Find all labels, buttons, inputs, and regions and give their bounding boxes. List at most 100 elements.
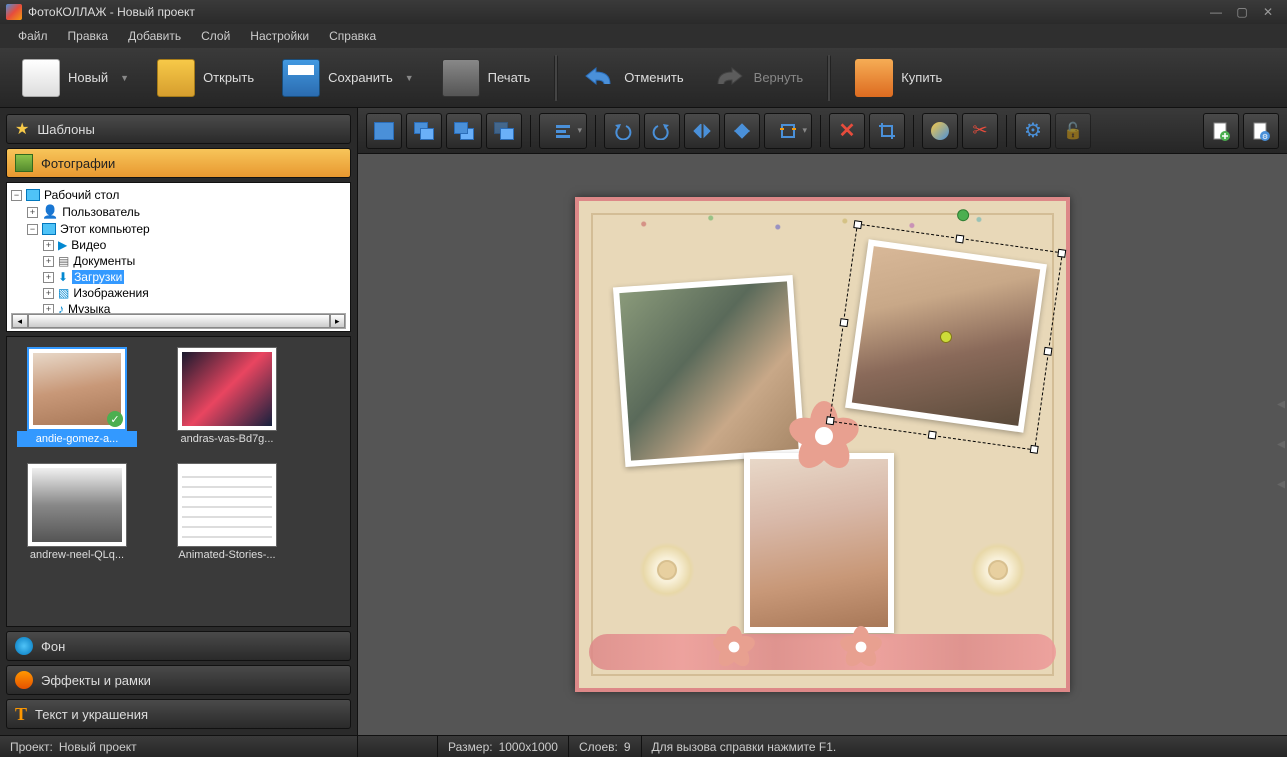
- tab-effects[interactable]: Эффекты и рамки: [6, 665, 351, 695]
- menu-settings[interactable]: Настройки: [240, 26, 319, 46]
- globe-icon: [15, 637, 33, 655]
- page-gear-icon: ⚙: [1251, 121, 1271, 141]
- thumbnail-item[interactable]: ✓ andie-gomez-a...: [17, 347, 137, 447]
- expander-icon[interactable]: +: [27, 207, 38, 218]
- thumbnail-label: andie-gomez-a...: [17, 431, 137, 447]
- add-page-button[interactable]: [1203, 113, 1239, 149]
- effects-icon: [15, 671, 33, 689]
- thumbnail-label: andras-vas-Bd7g...: [167, 431, 287, 447]
- send-back-button[interactable]: [486, 113, 522, 149]
- side-flyout[interactable]: [1277, 385, 1287, 505]
- menu-file[interactable]: Файл: [8, 26, 58, 46]
- open-icon: [157, 59, 195, 97]
- thumbnail-item[interactable]: andras-vas-Bd7g...: [167, 347, 287, 447]
- tab-text[interactable]: T Текст и украшения: [6, 699, 351, 729]
- maximize-button[interactable]: ▢: [1229, 3, 1255, 21]
- menu-layer[interactable]: Слой: [191, 26, 240, 46]
- titlebar: ФотоКОЛЛАЖ - Новый проект — ▢ ✕: [0, 0, 1287, 24]
- open-label: Открыть: [203, 70, 254, 85]
- photo-layer[interactable]: [744, 453, 894, 633]
- flip-h-icon: [692, 122, 712, 140]
- expander-icon[interactable]: −: [27, 224, 38, 235]
- expander-icon[interactable]: +: [43, 240, 54, 251]
- minimize-button[interactable]: —: [1203, 3, 1229, 21]
- page-settings-button[interactable]: ⚙: [1243, 113, 1279, 149]
- status-project: Проект: Новый проект: [0, 736, 358, 757]
- resize-handle[interactable]: [1057, 249, 1066, 258]
- tree-scrollbar[interactable]: ◂ ▸: [11, 313, 346, 329]
- resize-handle[interactable]: [928, 431, 937, 440]
- expander-icon[interactable]: +: [43, 256, 54, 267]
- save-button[interactable]: Сохранить ▼: [268, 53, 428, 103]
- flip-horizontal-button[interactable]: [684, 113, 720, 149]
- lock-icon: 🔓: [1063, 121, 1083, 141]
- photos-panel: −Рабочий стол +👤Пользователь −Этот компь…: [6, 182, 351, 627]
- text-icon: T: [15, 704, 27, 725]
- expander-icon[interactable]: +: [43, 272, 54, 283]
- photo-layer-selected[interactable]: [845, 239, 1047, 432]
- separator: [913, 115, 914, 147]
- buy-button[interactable]: Купить: [841, 53, 956, 103]
- fit-button[interactable]: [764, 113, 812, 149]
- layer-icon: [454, 122, 474, 140]
- scroll-thumb[interactable]: [28, 314, 330, 328]
- crop-icon: [877, 121, 897, 141]
- collage-canvas[interactable]: [575, 197, 1070, 692]
- tree-node-label[interactable]: Изображения: [73, 286, 148, 300]
- buy-icon: [855, 59, 893, 97]
- folder-tree[interactable]: −Рабочий стол +👤Пользователь −Этот компь…: [6, 182, 351, 332]
- close-button[interactable]: ✕: [1255, 3, 1281, 21]
- adjust-button[interactable]: [922, 113, 958, 149]
- thumbnail-item[interactable]: Animated-Stories-...: [167, 463, 287, 563]
- redo-button[interactable]: Вернуть: [698, 58, 818, 98]
- save-icon: [282, 59, 320, 97]
- rotate-right-button[interactable]: [644, 113, 680, 149]
- tab-background[interactable]: Фон: [6, 631, 351, 661]
- print-button[interactable]: Печать: [428, 53, 545, 103]
- tab-templates[interactable]: ★ Шаблоны: [6, 114, 351, 144]
- tab-photos[interactable]: Фотографии: [6, 148, 351, 178]
- documents-icon: ▤: [58, 254, 69, 268]
- thumbnail-item[interactable]: andrew-neel-QLq...: [17, 463, 137, 563]
- photo-layer[interactable]: [613, 275, 805, 467]
- tab-photos-label: Фотографии: [41, 156, 115, 171]
- settings-button[interactable]: ⚙: [1015, 113, 1051, 149]
- delete-icon: ✕: [839, 118, 856, 143]
- tree-node-label[interactable]: Этот компьютер: [60, 222, 150, 236]
- resize-handle[interactable]: [839, 318, 848, 327]
- align-button[interactable]: [539, 113, 587, 149]
- send-backward-button[interactable]: [446, 113, 482, 149]
- thumbnail-label: andrew-neel-QLq...: [17, 547, 137, 563]
- menu-help[interactable]: Справка: [319, 26, 386, 46]
- thumbnail-image: [177, 347, 277, 431]
- resize-handle[interactable]: [1030, 445, 1039, 454]
- expander-icon[interactable]: +: [43, 288, 54, 299]
- resize-handle[interactable]: [1043, 347, 1052, 356]
- tree-node-label[interactable]: Загрузки: [72, 270, 124, 284]
- scroll-right-icon[interactable]: ▸: [330, 314, 346, 328]
- scroll-left-icon[interactable]: ◂: [12, 314, 28, 328]
- flip-vertical-button[interactable]: [724, 113, 760, 149]
- status-value: 1000x1000: [499, 740, 558, 754]
- cut-button[interactable]: ✂: [962, 113, 998, 149]
- open-button[interactable]: Открыть: [143, 53, 268, 103]
- tree-node-label[interactable]: Документы: [73, 254, 135, 268]
- undo-button[interactable]: Отменить: [568, 58, 697, 98]
- tree-node-label[interactable]: Рабочий стол: [44, 188, 119, 202]
- delete-button[interactable]: ✕: [829, 113, 865, 149]
- bring-forward-button[interactable]: [406, 113, 442, 149]
- menu-add[interactable]: Добавить: [118, 26, 191, 46]
- expander-icon[interactable]: −: [11, 190, 22, 201]
- tree-node-label[interactable]: Пользователь: [62, 205, 140, 219]
- separator: [820, 115, 821, 147]
- decoration-flower: [840, 626, 882, 668]
- tree-node-label[interactable]: Видео: [71, 238, 106, 252]
- separator: [595, 115, 596, 147]
- canvas-viewport[interactable]: [358, 154, 1287, 735]
- sidebar: ★ Шаблоны Фотографии −Рабочий стол +👤Пол…: [0, 108, 358, 735]
- menu-edit[interactable]: Правка: [58, 26, 119, 46]
- rotate-left-button[interactable]: [604, 113, 640, 149]
- bring-front-button[interactable]: [366, 113, 402, 149]
- crop-button[interactable]: [869, 113, 905, 149]
- new-button[interactable]: Новый ▼: [8, 53, 143, 103]
